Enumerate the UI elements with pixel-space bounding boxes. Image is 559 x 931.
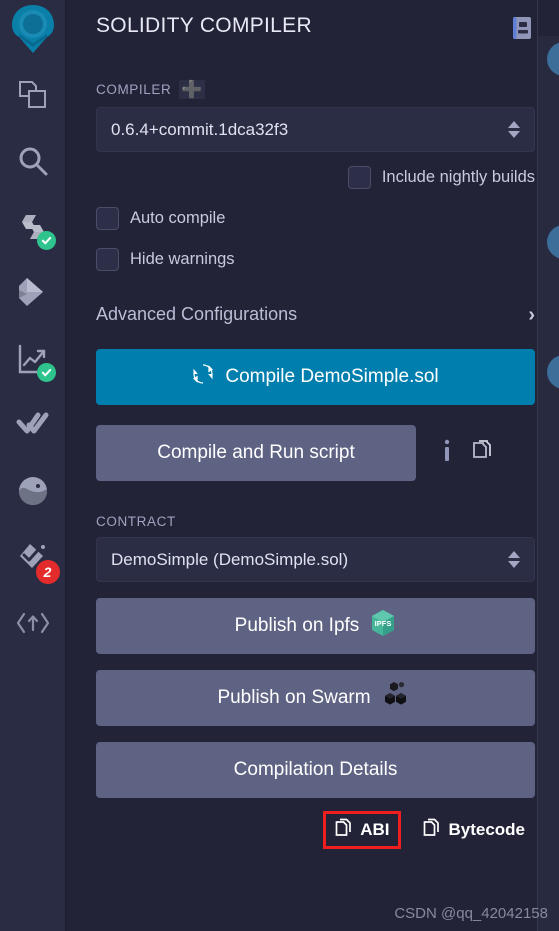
compile-button-label: Compile DemoSimple.sol — [225, 366, 439, 387]
sidebar-item-code-upload[interactable] — [0, 590, 66, 656]
solidity-compiler-panel: SOLIDITY COMPILER COMPILER ➕ 0.6.4+commi… — [66, 0, 559, 931]
sidebar-item-unit-testing[interactable] — [0, 458, 66, 524]
search-icon — [17, 145, 49, 177]
sidebar-item-search[interactable] — [0, 128, 66, 194]
swarm-icon — [382, 681, 414, 715]
edge-dot-1[interactable] — [547, 42, 559, 76]
run-row-icons — [442, 439, 494, 468]
book-icon[interactable] — [509, 14, 535, 47]
contract-section-label: CONTRACT — [96, 514, 535, 529]
chevron-updown-icon — [508, 121, 520, 138]
sidebar-item-solidity-compiler[interactable] — [0, 194, 66, 260]
code-upload-icon — [16, 610, 50, 636]
info-icon[interactable] — [442, 439, 452, 468]
copy-icon[interactable] — [472, 439, 494, 468]
compiler-version-select[interactable]: 0.6.4+commit.1dca32f3 — [96, 107, 535, 152]
copy-icon — [335, 818, 352, 842]
compilation-details-label: Compilation Details — [233, 759, 398, 780]
refresh-icon — [192, 363, 214, 391]
copy-abi-button[interactable]: ABI — [323, 811, 402, 849]
status-check-badge — [36, 363, 56, 382]
hide-warnings-checkbox[interactable] — [96, 248, 119, 271]
compile-run-row: Compile and Run script — [96, 425, 535, 481]
file-explorers-icon — [16, 78, 50, 112]
compile-and-run-label: Compile and Run script — [157, 442, 355, 463]
publish-swarm-label: Publish on Swarm — [217, 687, 371, 708]
copy-icon — [423, 818, 440, 842]
deploy-run-icon — [17, 276, 49, 310]
auto-compile-checkbox[interactable] — [96, 207, 119, 230]
contract-label-text: CONTRACT — [96, 514, 176, 529]
contract-select[interactable]: DemoSimple (DemoSimple.sol) — [96, 537, 535, 582]
hide-warnings-checkbox-row[interactable]: Hide warnings — [96, 248, 535, 271]
compilation-details-button[interactable]: Compilation Details — [96, 742, 535, 798]
chevron-right-icon[interactable]: › — [528, 305, 535, 325]
publish-ipfs-label: Publish on Ipfs — [234, 615, 360, 636]
sidebar-item-plugin-manager[interactable]: 2 — [0, 524, 66, 590]
sidebar-item-file-explorers[interactable] — [0, 62, 66, 128]
auto-compile-checkbox-row[interactable]: Auto compile — [96, 207, 535, 230]
sidebar-item-debugger[interactable] — [0, 326, 66, 392]
analysis-icon — [17, 475, 49, 507]
abi-label: ABI — [360, 820, 390, 839]
copy-bytecode-button[interactable]: Bytecode — [413, 813, 535, 847]
nightly-builds-checkbox-row[interactable]: Include nightly builds — [96, 166, 535, 189]
contract-value: DemoSimple (DemoSimple.sol) — [111, 549, 349, 569]
edge-dot-2[interactable] — [547, 225, 559, 259]
auto-compile-label: Auto compile — [130, 209, 226, 227]
nightly-builds-checkbox[interactable] — [347, 166, 371, 189]
remix-ide-window: 2 SOLIDITY COMPILER COMPILER ➕ 0.6.4+com… — [0, 0, 559, 931]
testing-icon — [16, 410, 50, 440]
publish-on-swarm-button[interactable]: Publish on Swarm — [96, 670, 535, 726]
advanced-configurations-label: Advanced Configurations — [96, 304, 298, 324]
nightly-builds-label: Include nightly builds — [381, 168, 535, 186]
compiler-section-label: COMPILER ➕ — [96, 80, 535, 99]
sidebar-item-deploy-run[interactable] — [0, 260, 66, 326]
compile-and-run-script-button[interactable]: Compile and Run script — [96, 425, 416, 481]
icon-sidebar: 2 — [0, 0, 66, 931]
publish-on-ipfs-button[interactable]: Publish on Ipfs IPFS — [96, 598, 535, 654]
plus-icon[interactable]: ➕ — [179, 80, 206, 99]
ipfs-icon: IPFS — [370, 609, 396, 643]
right-edge-strip — [537, 0, 559, 931]
compiler-version-value: 0.6.4+commit.1dca32f3 — [111, 119, 289, 139]
page-title: SOLIDITY COMPILER — [96, 14, 312, 37]
remix-logo[interactable] — [0, 0, 66, 62]
chevron-updown-icon — [508, 551, 520, 568]
artifact-copy-row: ABI Bytecode — [96, 811, 535, 849]
compile-button[interactable]: Compile DemoSimple.sol — [96, 349, 535, 405]
compiler-label-text: COMPILER — [96, 82, 172, 97]
right-edge-cap — [538, 0, 559, 36]
sidebar-item-analysis[interactable] — [0, 392, 66, 458]
edge-dot-3[interactable] — [547, 355, 559, 389]
status-check-badge — [36, 231, 56, 250]
notification-badge: 2 — [35, 560, 60, 584]
hide-warnings-label: Hide warnings — [130, 250, 235, 268]
advanced-configurations-toggle[interactable]: Advanced Configurations › — [96, 304, 535, 325]
bytecode-label: Bytecode — [448, 820, 525, 839]
svg-text:IPFS: IPFS — [375, 619, 392, 628]
panel-header: SOLIDITY COMPILER — [96, 0, 535, 47]
